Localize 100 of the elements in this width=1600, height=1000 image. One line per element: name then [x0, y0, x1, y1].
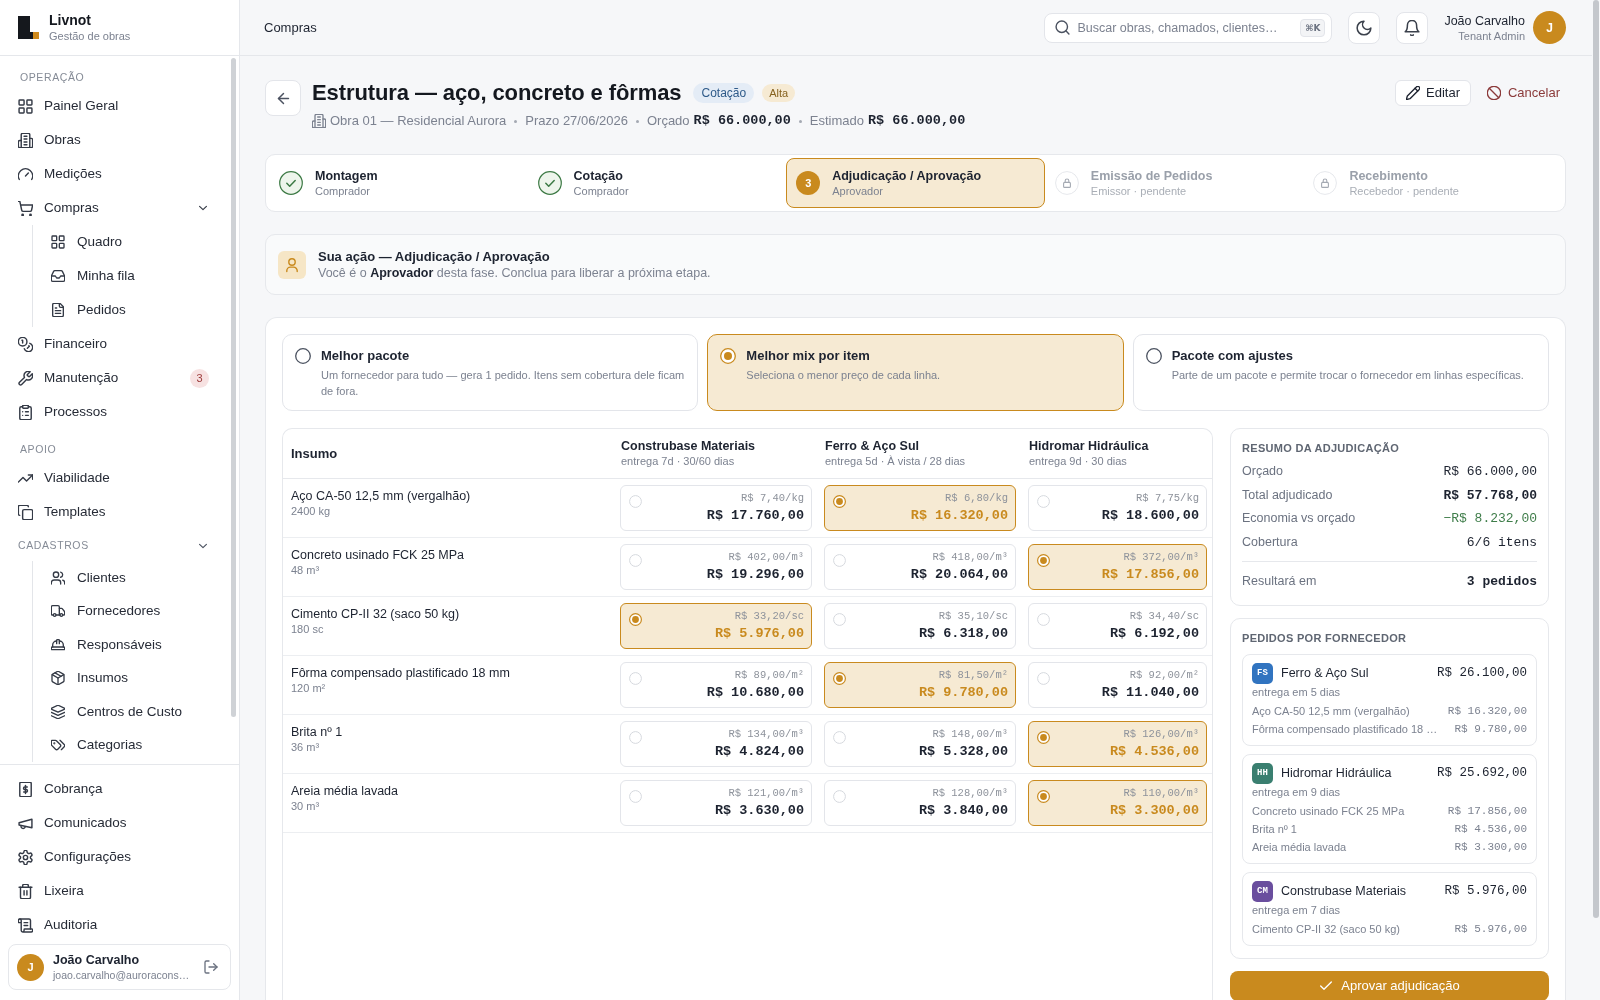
- scrollbar-thumb[interactable]: [1593, 0, 1599, 918]
- separator-dot: [798, 119, 802, 123]
- quote-total: R$ 9.780,00: [918, 683, 1008, 702]
- quote-total: R$ 5.328,00: [918, 742, 1008, 761]
- tray-icon: [51, 269, 65, 283]
- nav-item[interactable]: Clientes: [33, 561, 239, 595]
- radio-button[interactable]: [833, 671, 846, 685]
- supplier-avatar: HH: [1252, 763, 1273, 784]
- quote-total: R$ 17.856,00: [1101, 565, 1199, 584]
- radio-button[interactable]: [1037, 789, 1050, 803]
- breadcrumb[interactable]: Compras: [264, 17, 317, 38]
- dollar-document-icon: [18, 781, 33, 797]
- radio-button[interactable]: [833, 494, 846, 508]
- status-badge: Cotação: [693, 83, 755, 103]
- item-name: Areia média lavada: [291, 782, 399, 799]
- nav-item[interactable]: Processos: [0, 395, 239, 429]
- scrollbar-thumb[interactable]: [231, 58, 236, 717]
- unit-price: R$ 126,00/m³: [1122, 726, 1199, 742]
- nav-item[interactable]: Templates: [0, 495, 239, 529]
- nav-item[interactable]: Compras: [0, 191, 239, 225]
- lock-icon: [1313, 171, 1338, 195]
- project-name: Obra 01 — Residencial Aurora: [330, 112, 507, 130]
- search-bar[interactable]: Buscar obras, chamados, clientes… ⌘K: [1044, 12, 1333, 43]
- edit-button[interactable]: Editar: [1395, 80, 1471, 106]
- nav-item[interactable]: Insumos: [33, 661, 239, 695]
- user-role: Tenant Admin: [1457, 28, 1525, 43]
- cancel-button[interactable]: Cancelar: [1480, 80, 1566, 106]
- nav-item[interactable]: Viabilidade: [0, 461, 239, 495]
- quote-total: R$ 3.630,00: [714, 801, 804, 820]
- quote-total: R$ 10.680,00: [706, 683, 804, 702]
- nav-item[interactable]: Cobrança: [0, 772, 239, 806]
- step-role: Comprador: [315, 183, 372, 199]
- radio-button[interactable]: [1145, 348, 1162, 364]
- cart-icon: [18, 200, 33, 216]
- lock-icon: [1054, 171, 1079, 195]
- radio-button[interactable]: [720, 348, 737, 364]
- summary-value: R$ 66.000,00: [1443, 463, 1537, 481]
- quote-total: R$ 3.300,00: [1109, 801, 1199, 820]
- nav-item[interactable]: Obras: [0, 123, 239, 157]
- estimate-label: Estimado: [809, 112, 864, 130]
- nav-item[interactable]: Minha fila: [33, 259, 239, 293]
- item-quantity: 180 sc: [291, 621, 325, 637]
- back-button[interactable]: [265, 80, 301, 116]
- nav-item[interactable]: Fornecedores: [33, 594, 239, 628]
- nav-item[interactable]: Painel Geral: [0, 89, 239, 123]
- order-item-value: R$ 4.536,00: [1454, 821, 1527, 837]
- nav-item[interactable]: Categorias: [33, 728, 239, 762]
- item-name: Brita nº 1: [291, 723, 344, 740]
- pencil-icon: [1406, 86, 1420, 100]
- nav-item[interactable]: Lixeira: [0, 874, 239, 908]
- logout-icon: [204, 960, 218, 974]
- supplier-avatar: CM: [1252, 881, 1273, 902]
- nav-item[interactable]: Responsáveis: [33, 628, 239, 662]
- settings-icon: [18, 849, 33, 865]
- check-icon: [1319, 979, 1334, 993]
- theme-button[interactable]: [1348, 11, 1381, 44]
- brand-tagline: Gestão de obras: [49, 29, 131, 43]
- option-description: Um fornecedor para tudo — gera 1 pedido. Itens sem cobertura dele ficam de fora.: [321, 368, 686, 399]
- user-card[interactable]: J João Carvalho joao.carvalho@auroracons…: [8, 944, 231, 990]
- radio-button[interactable]: [1037, 730, 1050, 744]
- step-title: Adjudicação / Aprovação: [832, 167, 982, 184]
- section-toggle[interactable]: CADASTROS: [0, 531, 239, 561]
- quote-total: R$ 6.192,00: [1109, 624, 1199, 643]
- nav-item[interactable]: Financeiro: [0, 327, 239, 361]
- search-field[interactable]: Buscar obras, chamados, clientes…: [1077, 17, 1294, 38]
- nav-item[interactable]: Comunicados: [0, 806, 239, 840]
- nav-item[interactable]: Quadro: [33, 225, 239, 259]
- notifications-button[interactable]: [1396, 11, 1429, 44]
- option-title: Pacote com ajustes: [1171, 347, 1295, 365]
- supplier-name: Construbase Materiais: [621, 437, 757, 454]
- order-total: R$ 26.100,00: [1437, 665, 1527, 683]
- step-role: Comprador: [573, 183, 629, 199]
- unit-price: R$ 6,80/kg: [944, 490, 1008, 506]
- bell-icon: [1404, 19, 1421, 36]
- order-item-value: R$ 17.856,00: [1447, 803, 1527, 819]
- nav-item[interactable]: Medições: [0, 157, 239, 191]
- step-title: Cotação: [573, 167, 624, 184]
- supplier-name: Hidromar Hidráulica: [1029, 437, 1150, 454]
- nav-item[interactable]: Configurações: [0, 840, 239, 874]
- order-item: Cimento CP-II 32 (saco 50 kg): [1252, 921, 1400, 937]
- nav-item[interactable]: Manutenção 3: [0, 361, 239, 395]
- section-heading: PEDIDOS POR FORNECEDOR: [1242, 631, 1408, 646]
- quote-total: R$ 4.536,00: [1109, 742, 1199, 761]
- step-number: 3: [796, 171, 821, 195]
- option-description: Parte de um pacote e permite trocar o fornecedor em linhas específicas.: [1171, 368, 1524, 383]
- unit-price: R$ 372,00/m³: [1122, 549, 1199, 565]
- nav-item[interactable]: Pedidos: [33, 293, 239, 327]
- order-total: R$ 5.976,00: [1444, 883, 1527, 901]
- item-quantity: 2400 kg: [291, 503, 332, 519]
- radio-button[interactable]: [629, 612, 642, 626]
- nav-item[interactable]: Auditoria: [0, 908, 239, 942]
- supplier-terms: entrega 9d · 30 dias: [1029, 453, 1128, 469]
- quote-total: R$ 6.318,00: [918, 624, 1008, 643]
- quote-total: R$ 4.824,00: [714, 742, 804, 761]
- layers-icon: [51, 704, 65, 719]
- summary-value: 3 pedidos: [1466, 572, 1537, 591]
- nav-item[interactable]: Centros de Custo: [33, 695, 239, 729]
- unit-price: R$ 35,10/sc: [937, 608, 1008, 624]
- radio-button[interactable]: [295, 348, 311, 364]
- radio-button[interactable]: [1037, 553, 1050, 567]
